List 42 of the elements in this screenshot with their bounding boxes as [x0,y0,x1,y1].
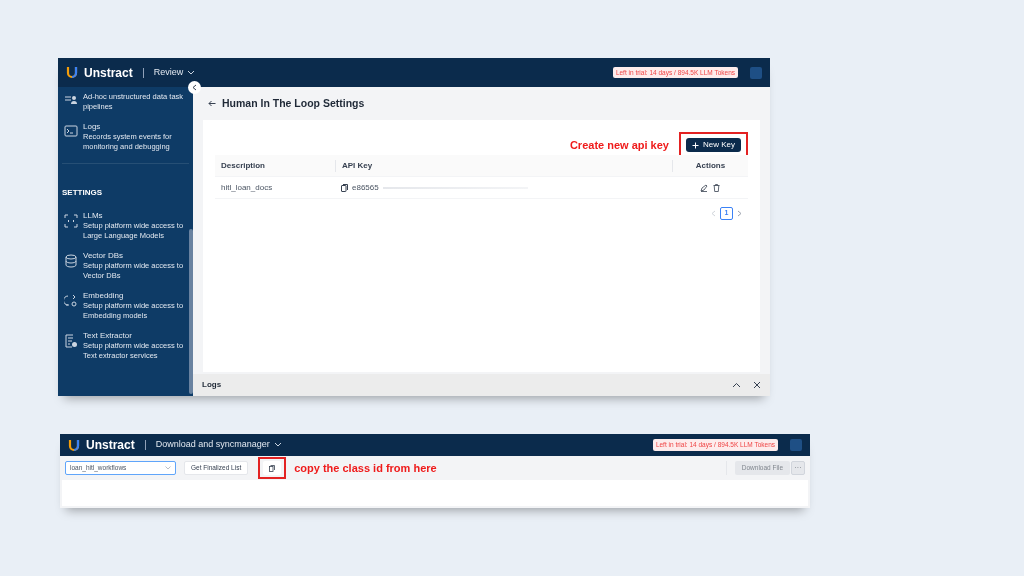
plus-icon [692,141,699,149]
chevron-down-icon [165,466,171,470]
delete-icon[interactable] [713,183,720,192]
brand-name: Unstract [86,437,135,454]
database-icon [64,254,78,268]
close-icon[interactable] [753,381,761,389]
person-list-icon [64,95,78,105]
scan-icon [64,214,78,228]
api-key-text: e86565 [352,181,379,194]
sidebar-item-title: Logs [83,122,102,132]
document-gear-icon [64,334,78,348]
back-arrow-icon[interactable] [208,100,216,107]
column-header: API Key [335,159,672,172]
logo-icon [66,66,78,79]
annotation-text: Create new api key [569,137,669,153]
logs-title: Logs [202,379,223,391]
chevron-up-icon[interactable] [732,382,741,388]
section-dropdown[interactable]: Review [153,65,196,80]
copy-icon [269,464,276,472]
chevron-down-icon [273,442,282,448]
chevron-down-icon [187,69,196,76]
chevron-left-icon [192,84,197,91]
annotation-text: copy the class id from here [294,460,437,476]
scrollbar-thumb[interactable] [189,229,193,394]
section-label: Review [153,65,184,79]
page-title: Human In The Loop Settings [222,95,365,111]
sidebar-item-title: Text Extractor [83,331,133,341]
copy-icon[interactable] [341,183,348,192]
sidebar-heading: SETTINGS [62,188,102,197]
edit-icon[interactable] [700,183,708,192]
copy-button[interactable] [263,461,282,475]
embedding-icon [64,294,78,308]
sidebar-item-title: Embedding [83,291,125,301]
sidebar-item-title: LLMs [83,211,104,221]
logo-icon [68,438,80,452]
terminal-icon [64,125,78,137]
sidebar-item-title: Vector DBs [83,251,124,261]
column-header: Actions [672,159,748,172]
table-cell-text: hitl_loan_docs [220,181,274,194]
brand-name: Unstract [84,64,133,82]
new-key-button[interactable]: New Key [686,138,741,152]
column-header: Description [220,159,266,172]
